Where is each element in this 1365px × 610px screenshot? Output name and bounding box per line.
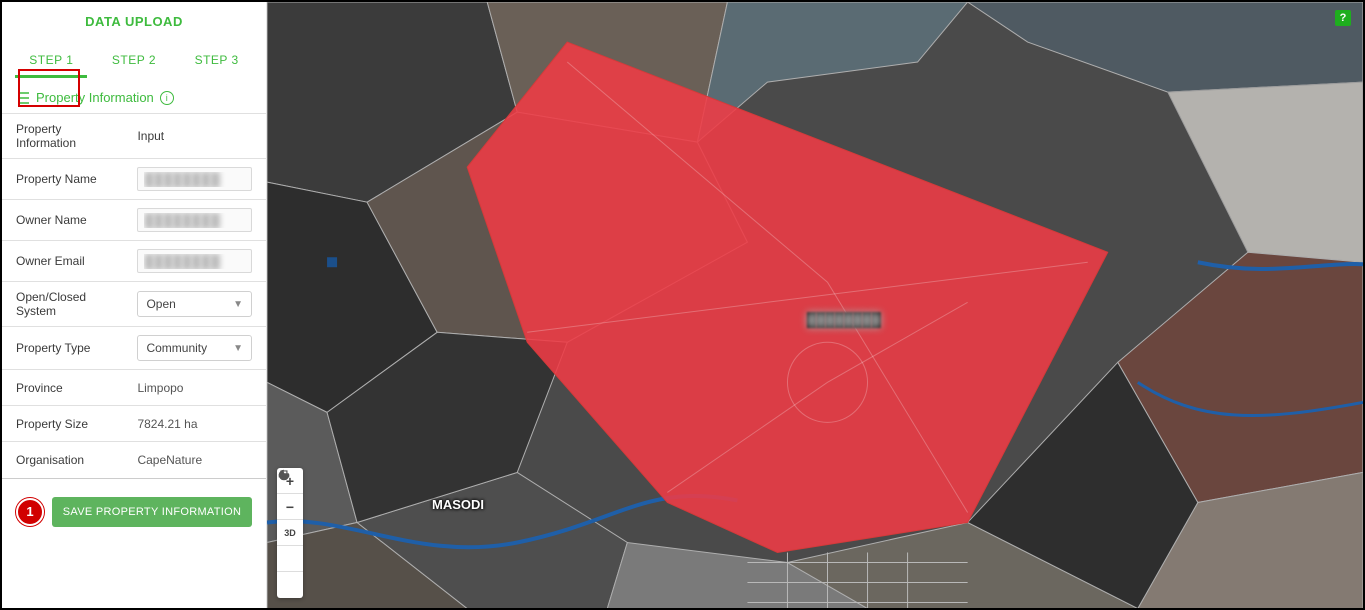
value-province: Limpopo <box>123 370 266 406</box>
table-row: Property Type Community ▼ <box>2 327 266 370</box>
step-tabs: STEP 1 STEP 2 STEP 3 <box>2 39 266 78</box>
page-title: DATA UPLOAD <box>2 2 266 39</box>
zoom-out-button[interactable]: − <box>277 494 303 520</box>
owner-name-field[interactable] <box>137 208 252 232</box>
rotate-button[interactable] <box>277 546 303 572</box>
system-select-value: Open <box>146 297 175 311</box>
sidebar: DATA UPLOAD STEP 1 STEP 2 STEP 3 Propert… <box>2 2 267 608</box>
property-form: Property Information Input Property Name… <box>2 113 266 478</box>
label-system: Open/Closed System <box>2 282 123 327</box>
map-canvas[interactable]: ? MASODI ████████ + − 3D <box>267 2 1363 608</box>
table-row: Owner Name <box>2 200 266 241</box>
section-header: Property Information i <box>2 78 266 113</box>
tilt-button[interactable]: 3D <box>277 520 303 546</box>
tab-step-2[interactable]: STEP 2 <box>98 45 170 78</box>
tab-step-1[interactable]: STEP 1 <box>15 45 87 78</box>
print-icon <box>277 468 291 482</box>
property-type-select[interactable]: Community ▼ <box>137 335 252 361</box>
property-type-select-value: Community <box>146 341 207 355</box>
chevron-down-icon: ▼ <box>233 299 243 310</box>
section-header-label: Property Information <box>36 90 154 105</box>
label-org: Organisation <box>2 442 123 478</box>
table-row: Open/Closed System Open ▼ <box>2 282 266 327</box>
step-badge: 1 <box>16 498 44 526</box>
label-property-type: Property Type <box>2 327 123 370</box>
form-col-label: Property Information <box>2 114 123 159</box>
system-select[interactable]: Open ▼ <box>137 291 252 317</box>
chevron-down-icon: ▼ <box>233 343 243 354</box>
value-size: 7824.21 ha <box>123 406 266 442</box>
info-icon[interactable]: i <box>160 91 174 105</box>
label-property-name: Property Name <box>2 159 123 200</box>
map-place-label: MASODI <box>432 497 484 512</box>
print-button[interactable] <box>277 572 303 598</box>
label-province: Province <box>2 370 123 406</box>
label-owner-name: Owner Name <box>2 200 123 241</box>
list-icon <box>16 92 30 104</box>
help-icon[interactable]: ? <box>1335 10 1351 26</box>
map-controls: + − 3D <box>277 468 303 598</box>
map-svg <box>267 2 1363 608</box>
table-row: Province Limpopo <box>2 370 266 406</box>
label-owner-email: Owner Email <box>2 241 123 282</box>
table-row: Owner Email <box>2 241 266 282</box>
value-org: CapeNature <box>123 442 266 478</box>
save-button[interactable]: SAVE PROPERTY INFORMATION <box>52 497 252 527</box>
owner-email-field[interactable] <box>137 249 252 273</box>
table-row: Property Name <box>2 159 266 200</box>
table-row: Organisation CapeNature <box>2 442 266 478</box>
tab-step-3[interactable]: STEP 3 <box>181 45 253 78</box>
table-row: Property Size 7824.21 ha <box>2 406 266 442</box>
label-size: Property Size <box>2 406 123 442</box>
form-col-input: Input <box>123 114 266 159</box>
property-name-field[interactable] <box>137 167 252 191</box>
map-center-label: ████████ <box>807 312 881 327</box>
